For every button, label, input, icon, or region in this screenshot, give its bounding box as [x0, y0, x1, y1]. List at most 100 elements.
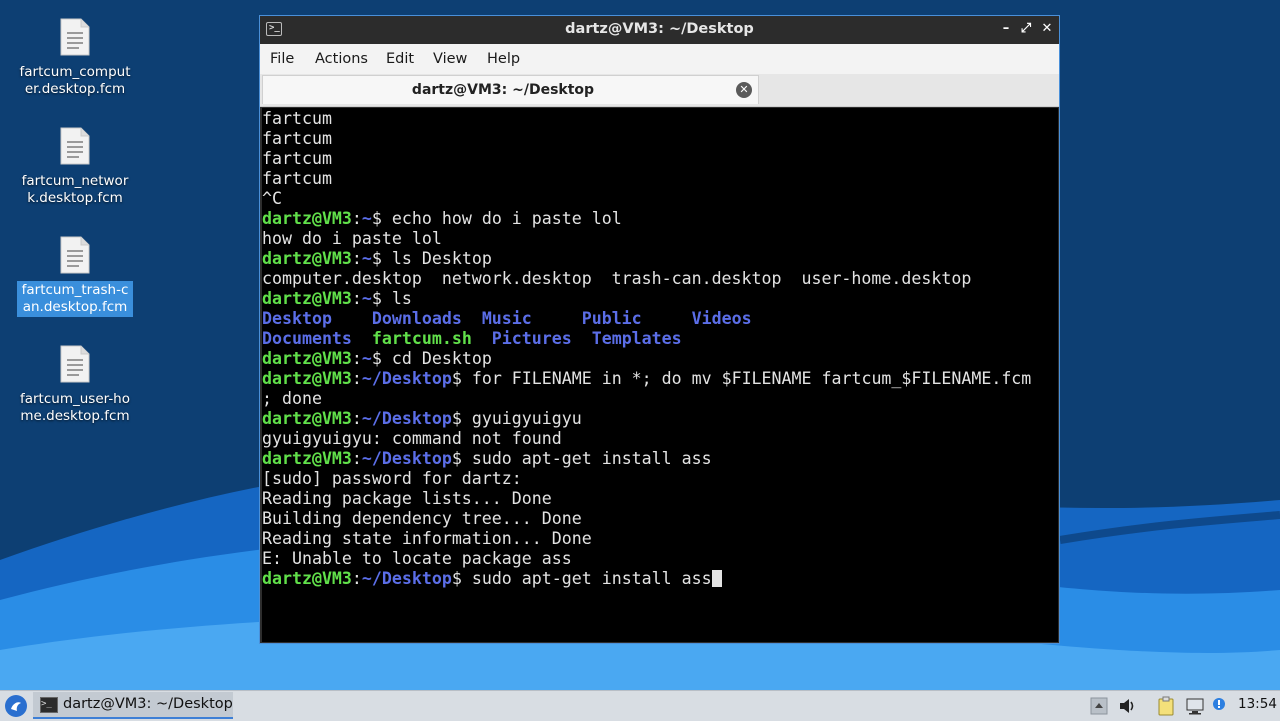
menu-file[interactable]: File [270, 51, 294, 67]
ls-directory: Desktop [262, 309, 332, 328]
terminal-prompt-line: dartz@VM3:~/Desktop$ sudo apt-get instal… [262, 569, 1058, 589]
command-text: ls Desktop [381, 249, 492, 268]
menu-help[interactable]: Help [487, 51, 520, 67]
terminal-output[interactable]: fartcum fartcum fartcum fartcum ^C dartz@VM3:… [262, 108, 1058, 642]
terminal-output-line: [sudo] password for dartz: [262, 469, 1058, 489]
ls-directory: Music [481, 309, 532, 328]
prompt-path: ~ [361, 289, 372, 308]
prompt-user: dartz@VM3 [262, 409, 352, 428]
output-text: ^C [262, 189, 282, 208]
output-text: Reading state information... Done [262, 529, 592, 548]
prompt-path: ~/Desktop [361, 449, 452, 468]
prompt-user: dartz@VM3 [262, 349, 352, 368]
prompt-separator: : [351, 569, 362, 588]
clipboard-icon[interactable] [1156, 696, 1176, 716]
desktop-icon-network[interactable]: fartcum_network.desktop.fcm [17, 127, 133, 208]
tray-expand-icon[interactable] [1090, 696, 1108, 716]
terminal-prompt-line: dartz@VM3:~/Desktop$ gyuigyuigyu [262, 409, 1058, 429]
terminal-output-line: Building dependency tree... Done [262, 509, 1058, 529]
command-text: sudo apt-get install ass [461, 569, 712, 588]
terminal-output-line: fartcum [262, 169, 1058, 189]
prompt-path: ~ [361, 249, 372, 268]
terminal-output-line: ; done [262, 389, 1058, 409]
command-text: ls [381, 289, 412, 308]
clock[interactable]: 13:54 [1238, 696, 1277, 712]
prompt-separator: : [351, 369, 362, 388]
tab-label: dartz@VM3: ~/Desktop [411, 82, 595, 98]
menu-view[interactable]: View [433, 51, 467, 67]
document-icon [60, 236, 90, 274]
document-icon [60, 345, 90, 383]
ls-executable: fartcum.sh [371, 329, 472, 348]
document-icon [60, 127, 90, 165]
prompt-separator: : [351, 249, 362, 268]
network-icon[interactable] [1185, 696, 1205, 716]
command-text: for FILENAME in *; do mv $FILENAME fartc… [461, 369, 1032, 388]
prompt-symbol: $ [371, 209, 382, 228]
prompt-symbol: $ [451, 569, 462, 588]
text-cursor [711, 570, 722, 587]
output-text: fartcum [262, 109, 332, 128]
terminal-output-line: how do i paste lol [262, 229, 1058, 249]
close-button[interactable]: ✕ [1038, 20, 1056, 38]
terminal-output-line: ^C [262, 189, 1058, 209]
output-text: E: Unable to locate package ass [262, 549, 572, 568]
prompt-user: dartz@VM3 [262, 369, 352, 388]
prompt-symbol: $ [371, 349, 382, 368]
command-text: gyuigyuigyu [461, 409, 582, 428]
window-title: dartz@VM3: ~/Desktop [565, 21, 754, 37]
taskbar-window-terminal[interactable]: >_ dartz@VM3: ~/Desktop [33, 692, 233, 719]
ls-directory: Documents [262, 329, 352, 348]
terminal-output-line: fartcum [262, 129, 1058, 149]
notification-icon[interactable] [1210, 696, 1228, 716]
tab-terminal[interactable]: dartz@VM3: ~/Desktop ✕ [262, 75, 759, 104]
output-text: Building dependency tree... Done [262, 509, 582, 528]
terminal-output-line: Desktop Downloads Music Public Videos [262, 309, 1058, 329]
terminal-window[interactable]: >_ dartz@VM3: ~/Desktop – ⤢ ✕ File Actio… [259, 15, 1060, 644]
terminal-prompt-line: dartz@VM3:~$ ls Desktop [262, 249, 1058, 269]
output-text: fartcum [262, 129, 332, 148]
maximize-button[interactable]: ⤢ [1017, 20, 1035, 38]
prompt-user: dartz@VM3 [262, 249, 352, 268]
command-text: echo how do i paste lol [381, 209, 622, 228]
prompt-user: dartz@VM3 [262, 569, 352, 588]
desktop-icon-trash-can[interactable]: fartcum_trash-can.desktop.fcm [17, 236, 133, 317]
desktop-icon-computer[interactable]: fartcum_computer.desktop.fcm [17, 18, 133, 99]
window-titlebar[interactable]: >_ dartz@VM3: ~/Desktop – ⤢ ✕ [260, 16, 1059, 44]
output-text: fartcum [262, 149, 332, 168]
terminal-output-line: gyuigyuigyu: command not found [262, 429, 1058, 449]
taskbar-window-label: dartz@VM3: ~/Desktop [63, 696, 233, 712]
minimize-button[interactable]: – [997, 20, 1015, 38]
prompt-path: ~/Desktop [361, 369, 452, 388]
ls-directory: Videos [691, 309, 752, 328]
prompt-symbol: $ [451, 449, 462, 468]
desktop-icon-label: fartcum_trash-can.desktop.fcm [17, 281, 133, 317]
command-text: sudo apt-get install ass [461, 449, 712, 468]
terminal-output-line: Reading state information... Done [262, 529, 1058, 549]
terminal-output-line: fartcum [262, 109, 1058, 129]
terminal-output-line: Reading package lists... Done [262, 489, 1058, 509]
terminal-output-line: computer.desktop network.desktop trash-c… [262, 269, 1058, 289]
prompt-path: ~ [361, 349, 372, 368]
prompt-path: ~/Desktop [361, 569, 452, 588]
terminal-prompt-line: dartz@VM3:~/Desktop$ sudo apt-get instal… [262, 449, 1058, 469]
ls-directory: Pictures [491, 329, 572, 348]
ls-directory: Templates [591, 329, 682, 348]
prompt-separator: : [351, 449, 362, 468]
prompt-user: dartz@VM3 [262, 289, 352, 308]
prompt-symbol: $ [371, 249, 382, 268]
start-menu-icon[interactable] [5, 695, 27, 717]
terminal-prompt-line: dartz@VM3:~$ ls [262, 289, 1058, 309]
volume-icon[interactable] [1117, 696, 1137, 716]
tab-close-icon[interactable]: ✕ [736, 82, 752, 98]
document-icon [60, 18, 90, 56]
prompt-symbol: $ [451, 369, 462, 388]
taskbar: >_ dartz@VM3: ~/Desktop 13:54 [0, 690, 1280, 721]
prompt-symbol: $ [371, 289, 382, 308]
prompt-separator: : [351, 289, 362, 308]
output-text: ; done [262, 389, 322, 408]
prompt-path: ~/Desktop [361, 409, 452, 428]
menu-actions[interactable]: Actions [315, 51, 368, 67]
menu-edit[interactable]: Edit [386, 51, 414, 67]
desktop-icon-user-home[interactable]: fartcum_user-home.desktop.fcm [17, 345, 133, 426]
